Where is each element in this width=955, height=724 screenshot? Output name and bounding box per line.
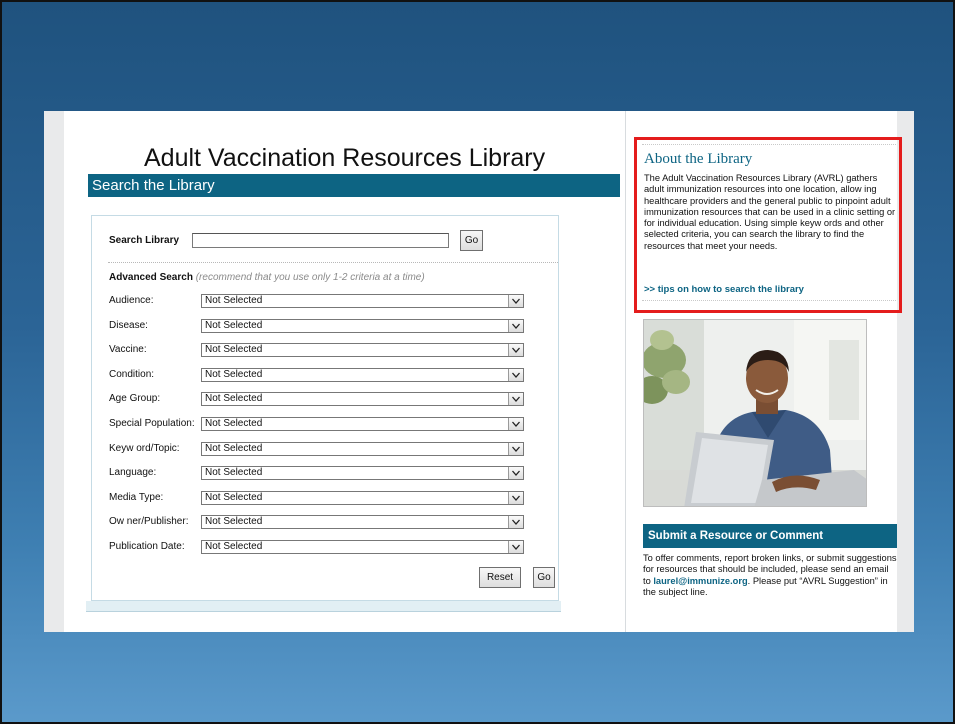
submit-description: To offer comments, report broken links, … [643,553,897,598]
page-content: Adult Vaccination Resources Library Sear… [64,111,902,632]
column-divider [625,111,626,632]
filter-label: Age Group: [109,393,161,404]
filter-select[interactable]: Not Selected [201,466,524,480]
chevron-down-icon[interactable] [508,295,523,307]
advanced-search-title: Advanced Search [109,272,193,283]
filter-label: Condition: [109,369,155,380]
filter-select[interactable]: Not Selected [201,368,524,382]
chevron-down-icon[interactable] [508,443,523,455]
filter-label: Language: [109,467,157,478]
filter-select-value: Not Selected [205,320,263,331]
filter-select[interactable]: Not Selected [201,417,524,431]
search-section-header: Search the Library [88,174,620,197]
filter-select-value: Not Selected [205,492,263,503]
chevron-down-icon[interactable] [508,393,523,405]
filter-select[interactable]: Not Selected [201,392,524,406]
contact-email-link[interactable]: laurel@immunize.org [653,576,747,586]
filter-label: Vaccine: [109,344,147,355]
tips-link[interactable]: >> tips on how to search the library [644,284,804,295]
panel-footer-strip [86,601,561,612]
filter-select-value: Not Selected [205,516,263,527]
filter-select[interactable]: Not Selected [201,540,524,554]
chevron-down-icon[interactable] [508,467,523,479]
search-input[interactable] [192,233,449,248]
filter-select-value: Not Selected [205,344,263,355]
advanced-search-heading: Advanced Search (recommend that you use … [109,272,425,283]
chevron-down-icon[interactable] [508,344,523,356]
chevron-down-icon[interactable] [508,369,523,381]
chevron-down-icon[interactable] [508,492,523,504]
advanced-go-button[interactable]: Go [533,567,555,588]
filter-select[interactable]: Not Selected [201,491,524,505]
webpage-screenshot: Adult Vaccination Resources Library Sear… [44,111,914,632]
submit-section-header: Submit a Resource or Comment [643,524,897,548]
filter-select-value: Not Selected [205,418,263,429]
filter-select[interactable]: Not Selected [201,515,524,529]
filter-select-value: Not Selected [205,443,263,454]
filter-select[interactable]: Not Selected [201,343,524,357]
filter-label: Keyw ord/Topic: [109,443,180,454]
chevron-down-icon[interactable] [508,418,523,430]
filter-select-value: Not Selected [205,393,263,404]
search-go-button[interactable]: Go [460,230,483,251]
filter-label: Publication Date: [109,541,185,552]
filter-label: Media Type: [109,492,164,503]
filter-label: Disease: [109,320,148,331]
filter-select[interactable]: Not Selected [201,319,524,333]
man-with-laptop-photo [643,319,867,507]
about-description: The Adult Vaccination Resources Library … [644,173,896,251]
filter-label: Audience: [109,295,154,306]
about-title: About the Library [644,151,753,167]
filter-select-value: Not Selected [205,467,263,478]
filter-label: Ow ner/Publisher: [109,516,189,527]
about-top-rule [642,144,896,145]
reset-button[interactable]: Reset [479,567,521,588]
dotted-divider [108,262,558,263]
search-library-label: Search Library [109,235,180,246]
filter-select[interactable]: Not Selected [201,442,524,456]
chevron-down-icon[interactable] [508,320,523,332]
filter-select-value: Not Selected [205,541,263,552]
filter-select-value: Not Selected [205,295,263,306]
advanced-search-note: (recommend that you use only 1-2 criteri… [195,272,425,283]
chevron-down-icon[interactable] [508,541,523,553]
filter-label: Special Population: [109,418,195,429]
filter-select-value: Not Selected [205,369,263,380]
chevron-down-icon[interactable] [508,516,523,528]
page-title: Adult Vaccination Resources Library [144,144,546,172]
about-bottom-rule [642,300,896,301]
filter-select[interactable]: Not Selected [201,294,524,308]
